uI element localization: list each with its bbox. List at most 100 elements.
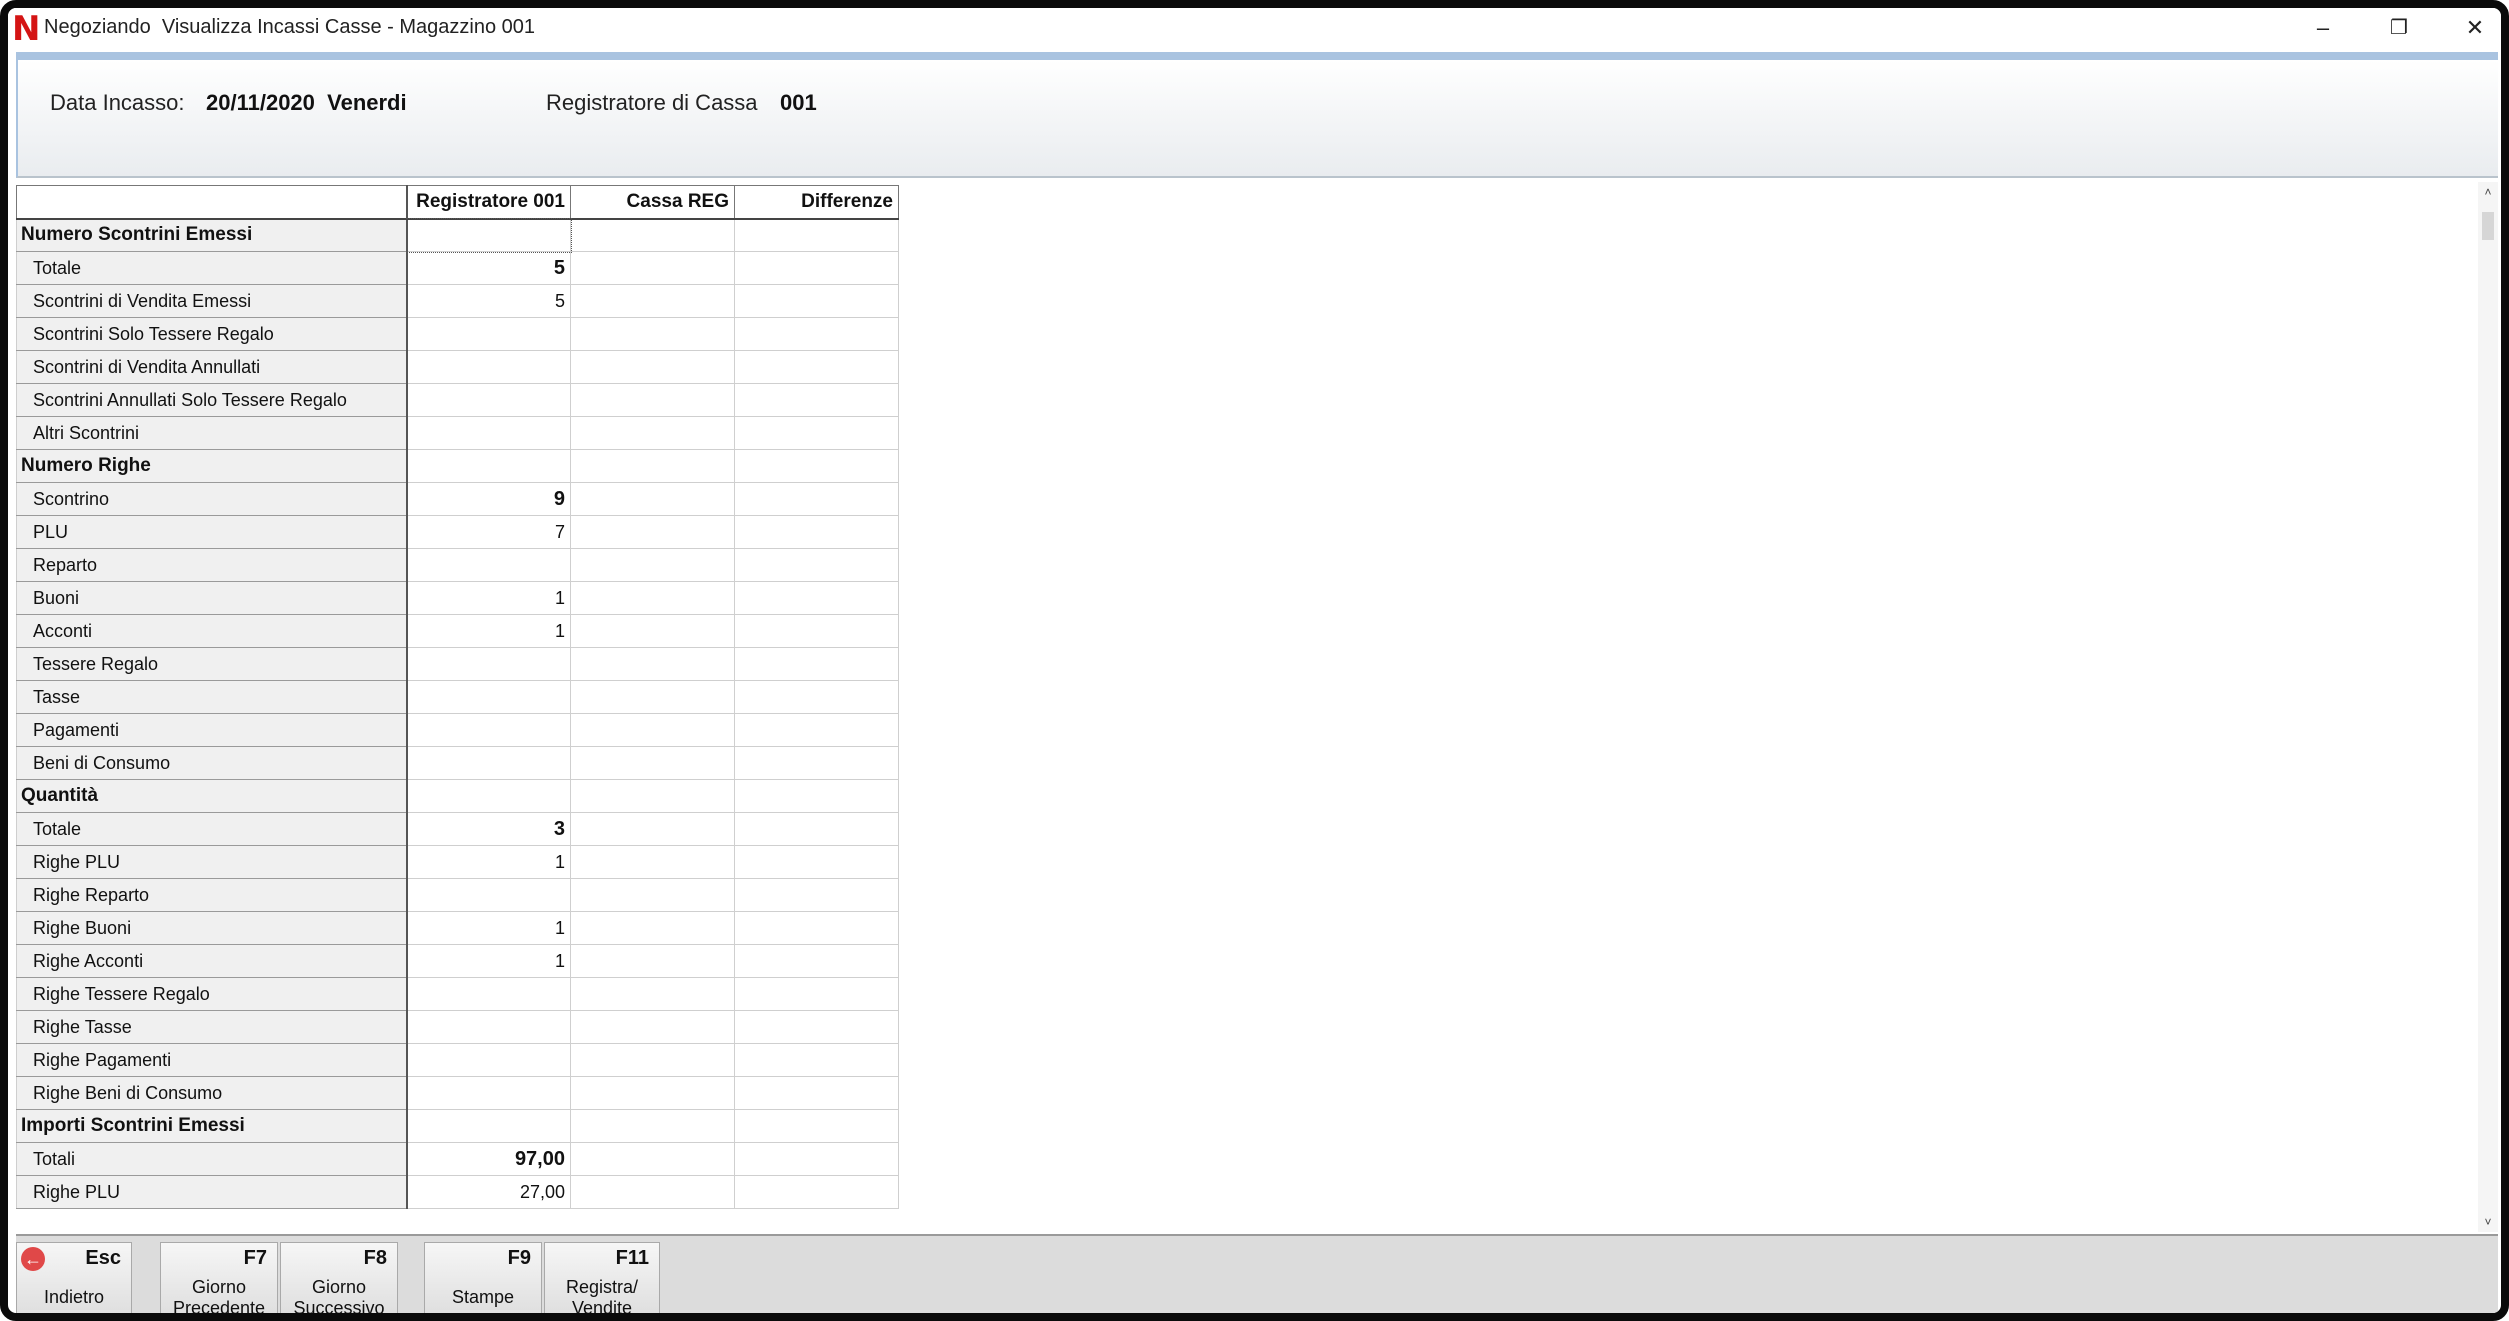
column-header[interactable]: Cassa REG [570,185,735,220]
grid-cell[interactable]: 9 [406,482,571,516]
grid-cell[interactable] [570,581,735,615]
grid-cell[interactable] [734,482,899,516]
grid-cell[interactable] [570,746,735,780]
grid-cell[interactable] [570,977,735,1011]
grid-cell[interactable] [570,251,735,285]
grid-cell[interactable]: 27,00 [406,1175,571,1209]
register-sales-button[interactable]: F11 Registra/ Vendite [544,1242,660,1313]
grid-cell[interactable] [406,1043,571,1077]
scroll-down-icon[interactable]: ˅ [2478,1212,2498,1232]
grid-cell[interactable] [734,614,899,648]
group-row[interactable]: Numero Scontrini Emessi [16,217,899,253]
grid-cell[interactable] [734,317,899,351]
grid-cell[interactable]: 1 [406,845,571,879]
next-day-button[interactable]: F8 Giorno Successivo [280,1242,398,1313]
grid-cell[interactable]: 5 [406,284,571,318]
grid-cell[interactable] [734,878,899,912]
grid-cell[interactable] [570,383,735,417]
grid-cell[interactable] [570,812,735,846]
table-row[interactable]: Acconti 1 [16,614,899,648]
grid-cell[interactable] [405,217,572,253]
table-row[interactable]: Righe Buoni 1 [16,911,899,945]
grid-cell[interactable] [570,1076,735,1110]
grid-cell[interactable] [734,548,899,582]
grid-cell[interactable] [734,911,899,945]
grid-cell[interactable]: 3 [406,812,571,846]
grid-cell[interactable]: 1 [406,614,571,648]
grid-cell[interactable] [570,548,735,582]
print-button[interactable]: F9 Stampe [424,1242,542,1313]
scroll-up-icon[interactable]: ˄ [2478,182,2498,202]
column-header[interactable]: Registratore 001 [406,185,571,220]
table-row[interactable]: Beni di Consumo [16,746,899,780]
vertical-scrollbar[interactable]: ˄ ˅ [2478,182,2498,1232]
group-row[interactable]: Importi Scontrini Emessi [16,1109,899,1143]
grid-cell[interactable] [570,284,735,318]
table-row[interactable]: Righe PLU 1 [16,845,899,879]
table-row[interactable]: Tessere Regalo [16,647,899,681]
grid-cell[interactable] [734,1010,899,1044]
scroll-thumb[interactable] [2482,212,2494,240]
table-row[interactable]: Righe Reparto [16,878,899,912]
table-row[interactable]: Righe Acconti 1 [16,944,899,978]
grid-cell[interactable] [734,812,899,846]
table-row[interactable]: Buoni 1 [16,581,899,615]
grid-cell[interactable]: 7 [406,515,571,549]
grid-cell[interactable] [734,713,899,747]
table-row[interactable]: Righe Beni di Consumo [16,1076,899,1110]
previous-day-button[interactable]: F7 Giorno Precedente [160,1242,278,1313]
grid-cell[interactable] [570,647,735,681]
grid-cell[interactable] [734,218,899,252]
grid-cell[interactable] [570,713,735,747]
table-row[interactable]: Righe Tasse [16,1010,899,1044]
grid-cell[interactable] [734,977,899,1011]
grid-cell[interactable] [570,1043,735,1077]
grid-cell[interactable] [570,845,735,879]
column-header[interactable]: Differenze [734,185,899,220]
group-row[interactable]: Quantità [16,779,899,813]
grid-cell[interactable] [406,1076,571,1110]
grid-cell[interactable] [570,416,735,450]
grid-cell[interactable] [570,482,735,516]
grid-cell[interactable] [406,746,571,780]
grid-cell[interactable] [570,1109,735,1143]
back-button[interactable]: ← Esc Indietro [16,1242,132,1313]
grid-cell[interactable] [570,614,735,648]
group-row[interactable]: Numero Righe [16,449,899,483]
grid-cell[interactable] [734,1109,899,1143]
grid-cell[interactable] [406,713,571,747]
grid-cell[interactable] [406,680,571,714]
grid-cell[interactable] [570,317,735,351]
grid-cell[interactable] [734,779,899,813]
grid-cell[interactable] [570,1175,735,1209]
table-row[interactable]: Scontrini Annullati Solo Tessere Regalo [16,383,899,417]
grid-cell[interactable] [406,1010,571,1044]
grid-cell[interactable] [734,284,899,318]
table-row[interactable]: Tasse [16,680,899,714]
grid-cell[interactable] [406,317,571,351]
grid-cell[interactable] [406,1109,571,1143]
grid-cell[interactable] [570,944,735,978]
grid-cell[interactable] [734,1142,899,1176]
grid-cell[interactable] [734,647,899,681]
grid-cell[interactable] [570,779,735,813]
table-row[interactable]: Scontrini Solo Tessere Regalo [16,317,899,351]
grid-cell[interactable] [734,1076,899,1110]
grid-cell[interactable] [406,878,571,912]
grid-cell[interactable] [570,878,735,912]
grid-cell[interactable] [734,416,899,450]
grid-cell[interactable] [406,383,571,417]
grid-cell[interactable] [406,647,571,681]
grid-cell[interactable] [734,515,899,549]
grid-cell[interactable] [570,515,735,549]
table-row[interactable]: Pagamenti [16,713,899,747]
grid-cell[interactable] [570,680,735,714]
grid-cell[interactable]: 97,00 [406,1142,571,1176]
table-row[interactable]: Scontrino 9 [16,482,899,516]
table-row[interactable]: Totale 5 [16,251,899,285]
grid-cell[interactable] [406,779,571,813]
table-row[interactable]: Scontrini di Vendita Annullati [16,350,899,384]
table-row[interactable]: Totale 3 [16,812,899,846]
grid-cell[interactable]: 1 [406,944,571,978]
grid-cell[interactable] [734,944,899,978]
